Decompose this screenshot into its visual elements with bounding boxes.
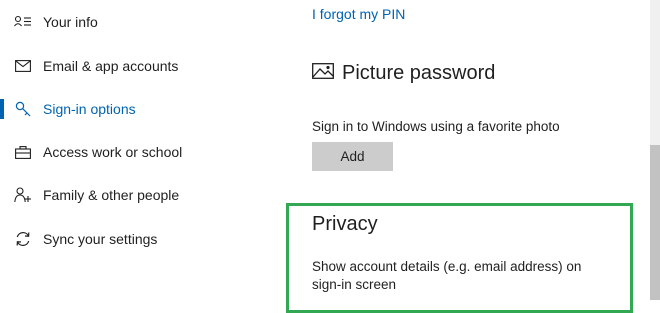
sidebar-item-your-info[interactable]: Your info — [0, 2, 282, 42]
picture-password-description: Sign in to Windows using a favorite phot… — [312, 119, 560, 134]
sidebar-item-label: Sync your settings — [43, 231, 158, 247]
privacy-description: Show account details (e.g. email address… — [312, 259, 582, 292]
sidebar-item-work-or-school[interactable]: Access work or school — [0, 132, 282, 172]
active-indicator — [0, 99, 4, 119]
settings-sidebar: Your info Email & app accounts Sign-in o… — [0, 0, 282, 300]
sidebar-item-label: Email & app accounts — [43, 58, 179, 74]
briefcase-icon — [13, 142, 33, 162]
sidebar-item-sign-in-options[interactable]: Sign-in options — [0, 89, 282, 129]
scrollbar-thumb[interactable] — [650, 145, 660, 300]
sidebar-item-label: Sign-in options — [43, 101, 136, 117]
people-icon — [13, 185, 33, 205]
mail-icon — [13, 56, 33, 76]
sidebar-item-label: Access work or school — [43, 144, 183, 160]
person-info-icon — [13, 12, 33, 32]
scrollbar[interactable] — [650, 0, 660, 300]
forgot-pin-link[interactable]: I forgot my PIN — [312, 6, 405, 22]
sidebar-item-sync-settings[interactable]: Sync your settings — [0, 219, 282, 259]
privacy-title: Privacy — [312, 213, 378, 235]
add-picture-password-button[interactable]: Add — [312, 142, 393, 171]
picture-icon — [312, 63, 334, 84]
picture-password-title: Picture password — [342, 62, 496, 84]
sidebar-item-label: Your info — [43, 14, 98, 30]
sidebar-item-family-other-people[interactable]: Family & other people — [0, 175, 282, 215]
key-icon — [13, 99, 33, 119]
sync-icon — [13, 229, 33, 249]
sidebar-item-label: Family & other people — [43, 187, 180, 203]
picture-password-header: Picture password — [312, 62, 495, 85]
sidebar-item-email-accounts[interactable]: Email & app accounts — [0, 46, 282, 86]
